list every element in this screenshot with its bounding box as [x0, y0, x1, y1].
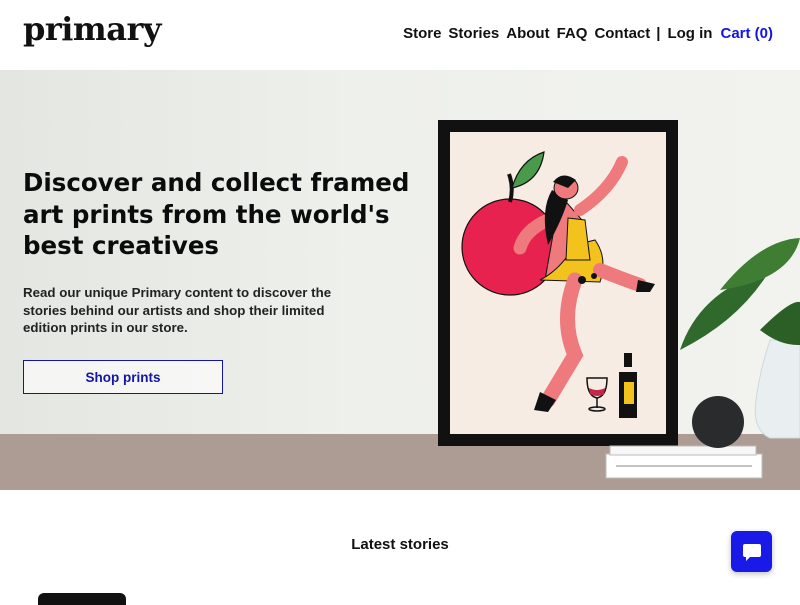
site-header: primary Store Stories About FAQ Contact … — [0, 0, 800, 70]
shop-prints-button[interactable]: Shop prints — [23, 360, 223, 394]
nav-separator: | — [656, 25, 661, 42]
hero-banner: Discover and collect framed art prints f… — [0, 70, 800, 490]
chat-button[interactable] — [731, 531, 772, 572]
nav-store-link[interactable]: Store — [403, 25, 441, 42]
chat-bubble-icon — [742, 543, 761, 561]
books — [605, 445, 763, 479]
hero-title: Discover and collect framed art prints f… — [23, 168, 410, 260]
story-card[interactable] — [38, 593, 126, 605]
nav-faq-link[interactable]: FAQ — [557, 25, 588, 42]
latest-stories-heading: Latest stories — [351, 536, 449, 553]
framed-print — [438, 120, 678, 446]
nav-about-link[interactable]: About — [506, 25, 549, 42]
nav-cart-link[interactable]: Cart (0) — [720, 25, 773, 42]
nav-stories-link[interactable]: Stories — [448, 25, 499, 42]
logo[interactable]: primary — [23, 10, 161, 48]
nav-contact-link[interactable]: Contact — [594, 25, 650, 42]
decor-sphere — [692, 396, 744, 448]
hero-illustration — [438, 120, 800, 479]
main-nav: Store Stories About FAQ Contact | Log in… — [396, 25, 773, 42]
nav-login-link[interactable]: Log in — [667, 25, 712, 42]
hero-description: Read our unique Primary content to disco… — [23, 285, 332, 335]
